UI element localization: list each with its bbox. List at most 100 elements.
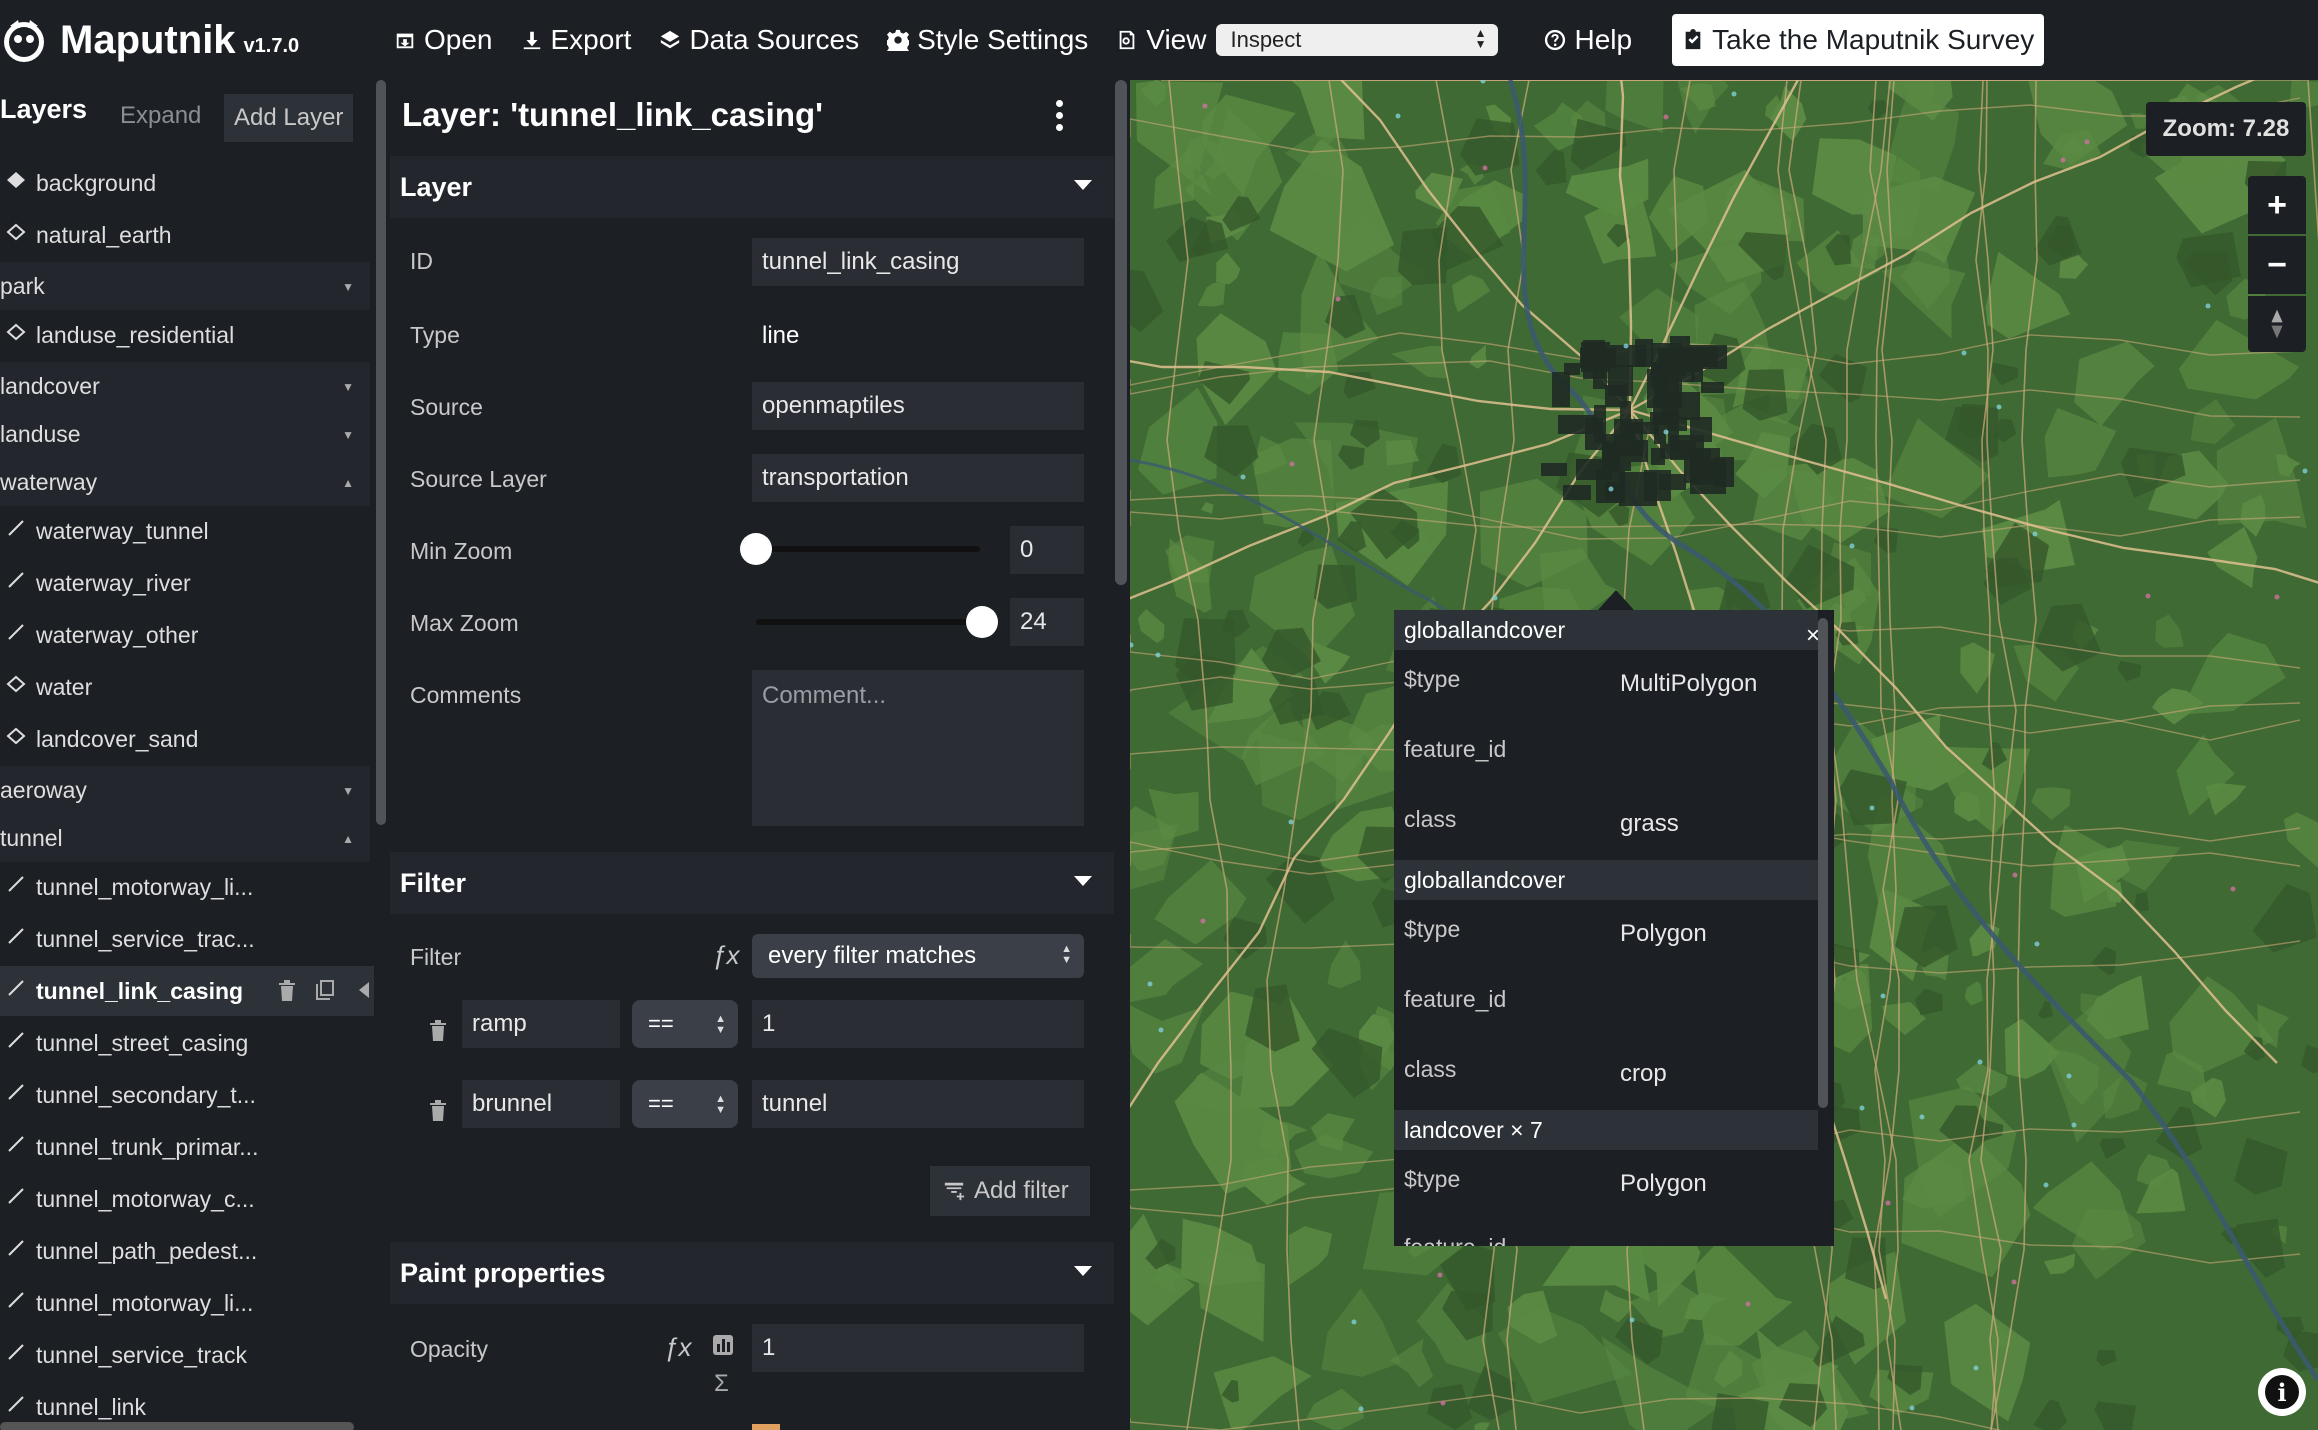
layer-group-label: landcover — [0, 372, 100, 399]
source-select[interactable]: openmaptiles — [752, 382, 1084, 430]
add-filter-button[interactable]: Add filter — [930, 1166, 1090, 1216]
survey-button[interactable]: Take the Maputnik Survey — [1672, 14, 2045, 66]
property-value: Polygon — [1620, 1170, 1707, 1197]
editor-vertical-scrollbar[interactable] — [1115, 80, 1127, 585]
filter-value-input[interactable]: tunnel — [752, 1080, 1084, 1128]
layer-item-landuse_residential[interactable]: landuse_residential — [0, 310, 374, 360]
zoom-in-button[interactable]: + — [2248, 176, 2306, 234]
layer-item-label: natural_earth — [36, 221, 172, 248]
survey-label: Take the Maputnik Survey — [1712, 24, 2035, 55]
view-label: View — [1146, 24, 1207, 55]
view-button[interactable]: View — [1102, 0, 1210, 80]
export-button[interactable]: Export — [507, 0, 646, 80]
attribution-info-button[interactable]: i — [2258, 1368, 2306, 1416]
color-swatch[interactable] — [752, 1424, 780, 1430]
id-label: ID — [410, 248, 433, 274]
filter-mode-select[interactable]: every filter matches ▲ ▼ — [752, 934, 1084, 978]
view-mode-value: Inspect — [1230, 27, 1302, 52]
function-icon[interactable]: ƒx — [664, 1332, 691, 1363]
source-layer-select[interactable]: transportation — [752, 454, 1084, 502]
layer-section-header[interactable]: Layer — [390, 156, 1114, 218]
delete-filter-icon[interactable] — [428, 1098, 448, 1122]
layer-item-landcover_sand[interactable]: landcover_sand — [0, 714, 374, 764]
property-value: Polygon — [1620, 920, 1707, 947]
layer-item-tunnel_motorway_c[interactable]: tunnel_motorway_c... — [0, 1174, 374, 1224]
layer-group-landcover[interactable]: landcover ▼ — [0, 362, 370, 410]
data-driven-icon[interactable] — [712, 1334, 734, 1356]
layer-list-horizontal-scrollbar[interactable] — [0, 1422, 354, 1430]
line-icon — [0, 1392, 36, 1422]
layer-group-waterway[interactable]: waterway ▲ — [0, 458, 370, 506]
layer-group-tunnel[interactable]: tunnel ▲ — [0, 814, 370, 862]
layers-stack-icon — [661, 30, 680, 49]
layer-item-background[interactable]: background — [0, 158, 374, 208]
layer-item-tunnel_motorway_li[interactable]: tunnel_motorway_li... — [0, 1278, 374, 1328]
min-zoom-slider[interactable] — [756, 546, 980, 552]
layer-item-waterway_river[interactable]: waterway_river — [0, 558, 374, 608]
expression-icon[interactable]: Σ — [714, 1370, 729, 1398]
property-value: crop — [1620, 1060, 1667, 1087]
feature-title: globallandcover — [1394, 610, 1818, 650]
zoom-level-display: Zoom: 7.28 — [2146, 102, 2306, 156]
open-icon — [396, 33, 414, 49]
filter-key-input[interactable]: brunnel — [462, 1080, 620, 1128]
layer-item-tunnel_motorway_li[interactable]: tunnel_motorway_li... — [0, 862, 374, 912]
comments-label: Comments — [410, 682, 522, 708]
layer-group-aeroway[interactable]: aeroway ▼ — [0, 766, 370, 814]
paint-properties-section-header[interactable]: Paint properties — [390, 1242, 1114, 1304]
layer-list-vertical-scrollbar[interactable] — [376, 80, 386, 825]
filter-operator-value: == — [648, 1011, 674, 1036]
view-mode-select[interactable]: Inspect ▲ ▼ — [1216, 24, 1499, 56]
data-sources-button[interactable]: Data Sources — [645, 0, 873, 80]
layer-item-tunnel_link_casing[interactable]: tunnel_link_casing — [0, 966, 374, 1016]
max-zoom-input[interactable]: 24 — [1010, 598, 1084, 646]
visibility-toggle-icon[interactable] — [352, 978, 374, 1002]
comments-textarea[interactable]: Comment... — [752, 670, 1084, 826]
layer-item-label: waterway_tunnel — [36, 517, 209, 544]
layer-item-waterway_tunnel[interactable]: waterway_tunnel — [0, 506, 374, 556]
line-icon — [0, 976, 36, 1006]
opacity-input[interactable]: 1 — [752, 1324, 1084, 1372]
type-label: Type — [410, 322, 460, 348]
filter-key-input[interactable]: ramp — [462, 1000, 620, 1048]
layer-item-tunnel_secondary_t[interactable]: tunnel_secondary_t... — [0, 1070, 374, 1120]
layer-item-natural_earth[interactable]: natural_earth — [0, 210, 374, 260]
layer-group-park[interactable]: park ▼ — [0, 262, 370, 310]
line-icon — [0, 620, 36, 650]
duplicate-layer-icon[interactable] — [314, 978, 336, 1002]
layer-item-label: waterway_river — [36, 569, 191, 596]
help-button[interactable]: Help — [1530, 0, 1646, 80]
source-layer-label: Source Layer — [410, 466, 547, 492]
more-options-icon[interactable] — [1054, 100, 1066, 140]
style-settings-button[interactable]: Style Settings — [873, 0, 1102, 80]
layer-group-landuse[interactable]: landuse ▼ — [0, 410, 370, 458]
expand-all-button[interactable]: Expand — [120, 102, 201, 130]
min-zoom-input[interactable]: 0 — [1010, 526, 1084, 574]
compass-button[interactable] — [2248, 296, 2306, 352]
add-layer-button[interactable]: Add Layer — [224, 94, 354, 142]
zoom-out-button[interactable]: − — [2248, 236, 2306, 294]
filter-operator-select[interactable]: == ▲ ▼ — [632, 1000, 738, 1048]
app-logo[interactable]: Maputnik v1.7.0 — [0, 0, 380, 80]
id-input[interactable]: tunnel_link_casing — [752, 238, 1084, 286]
delete-layer-icon[interactable] — [276, 978, 298, 1002]
layer-item-label: tunnel_path_pedest... — [36, 1237, 258, 1264]
function-icon[interactable]: ƒx — [712, 940, 739, 971]
layer-item-tunnel_service_track[interactable]: tunnel_service_track — [0, 1330, 374, 1380]
layer-item-water[interactable]: water — [0, 662, 374, 712]
delete-filter-icon[interactable] — [428, 1018, 448, 1042]
min-zoom-slider-handle[interactable] — [740, 533, 772, 565]
filter-value-input[interactable]: 1 — [752, 1000, 1084, 1048]
filter-operator-select[interactable]: == ▲ ▼ — [632, 1080, 738, 1128]
popup-scrollbar[interactable] — [1818, 618, 1828, 1108]
layer-item-tunnel_path_pedest[interactable]: tunnel_path_pedest... — [0, 1226, 374, 1276]
open-button[interactable]: Open — [380, 0, 507, 80]
fill-diamond-icon — [0, 168, 36, 198]
layer-item-waterway_other[interactable]: waterway_other — [0, 610, 374, 660]
max-zoom-slider[interactable] — [756, 619, 980, 625]
layer-item-tunnel_trunk_primar[interactable]: tunnel_trunk_primar... — [0, 1122, 374, 1172]
layer-item-tunnel_service_trac[interactable]: tunnel_service_trac... — [0, 914, 374, 964]
layer-item-tunnel_street_casing[interactable]: tunnel_street_casing — [0, 1018, 374, 1068]
filter-section-header[interactable]: Filter — [390, 852, 1114, 914]
max-zoom-slider-handle[interactable] — [966, 606, 998, 638]
